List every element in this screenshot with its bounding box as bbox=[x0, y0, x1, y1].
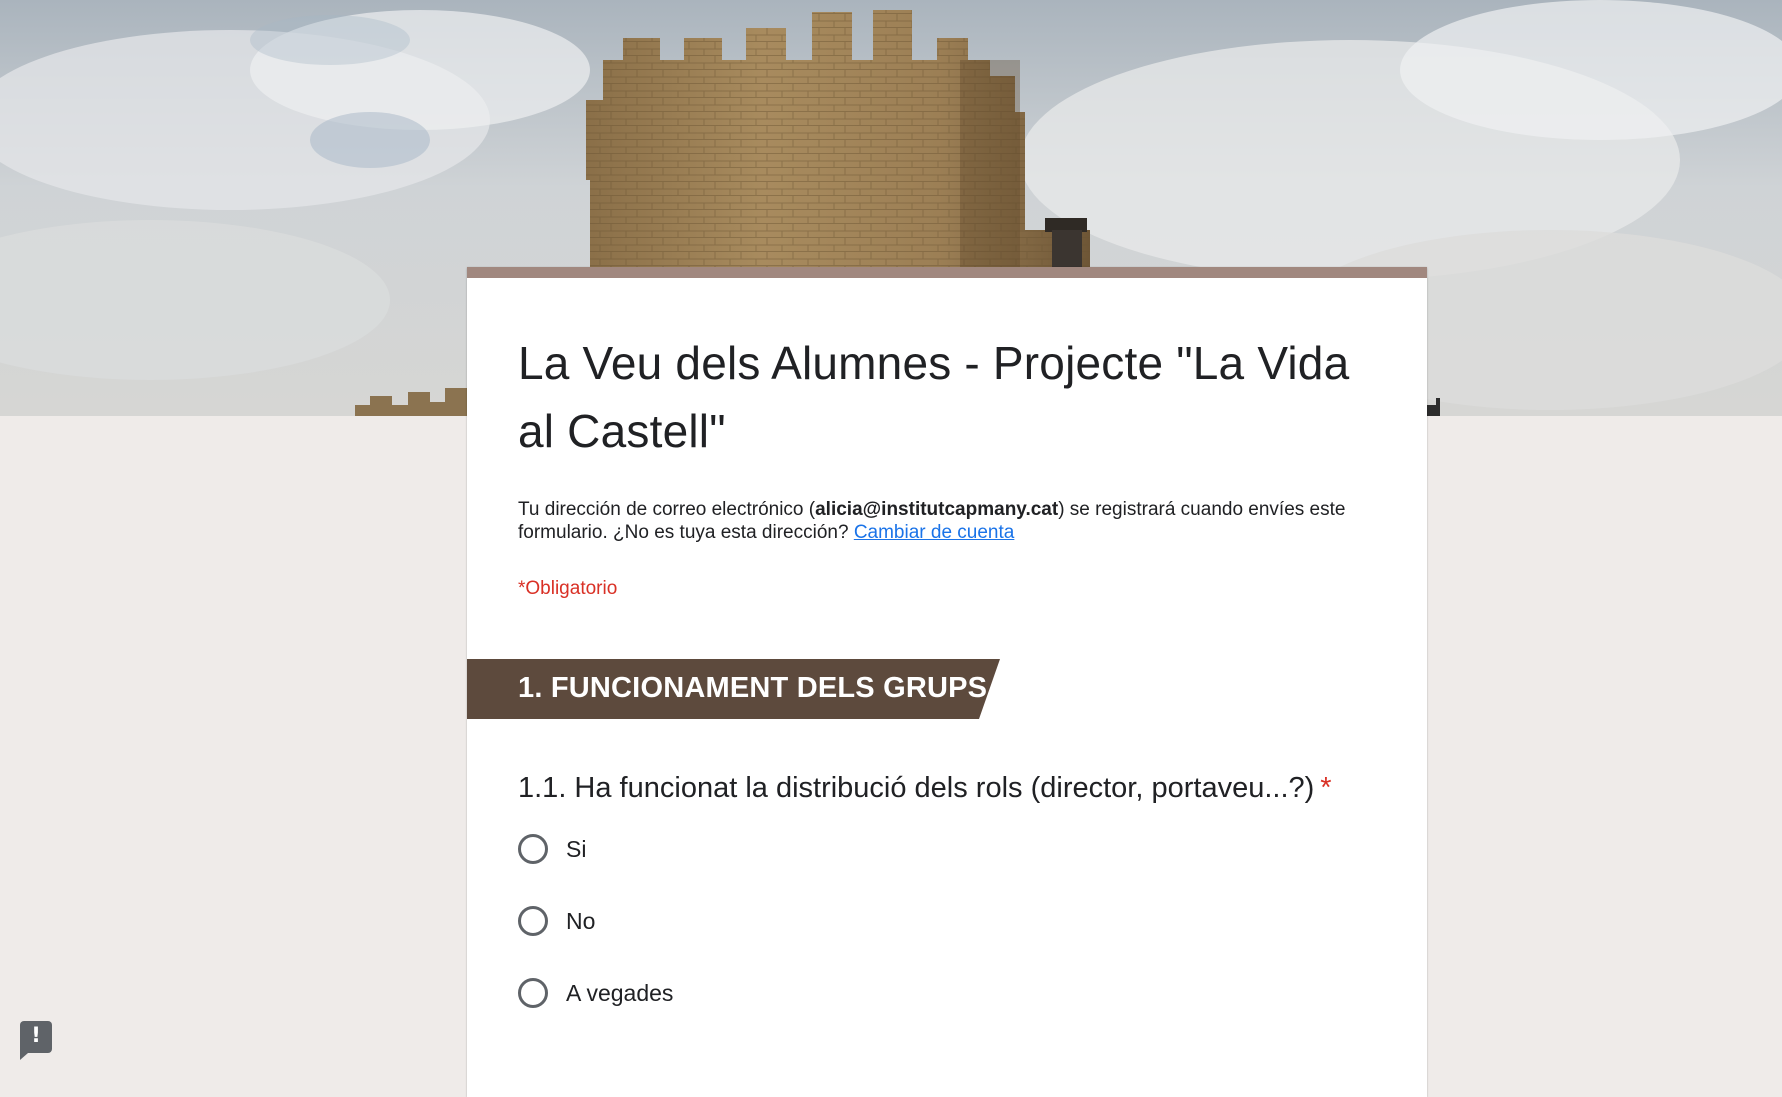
switch-account-link[interactable]: Cambiar de cuenta bbox=[854, 522, 1015, 543]
required-asterisk: * bbox=[1320, 772, 1332, 804]
radio-option-label: A vegades bbox=[566, 979, 674, 1006]
section-title: 1. FUNCIONAMENT DELS GRUPS bbox=[518, 672, 988, 704]
form-card: La Veu dels Alumnes - Projecte "La Vida … bbox=[467, 267, 1427, 1097]
radio-option-label: Si bbox=[566, 835, 587, 862]
radio-button[interactable] bbox=[518, 978, 548, 1008]
form-title: La Veu dels Alumnes - Projecte "La Vida … bbox=[518, 337, 1350, 457]
radio-button[interactable] bbox=[518, 906, 548, 936]
question-title: 1.1. Ha funcionat la distribució dels ro… bbox=[518, 772, 1398, 805]
question-text: 1.1. Ha funcionat la distribució dels ro… bbox=[518, 772, 1315, 804]
feedback-exclamation-icon: ! bbox=[31, 1023, 41, 1047]
radio-option-a-vegades[interactable]: A vegades bbox=[518, 975, 673, 1011]
required-note: *Obligatorio bbox=[518, 578, 618, 599]
card-accent-bar bbox=[467, 267, 1427, 278]
radio-option-si[interactable]: Si bbox=[518, 831, 586, 867]
user-email: alicia@institutcapmany.cat bbox=[815, 499, 1059, 520]
feedback-button[interactable]: ! bbox=[20, 1021, 52, 1060]
email-notice-prefix: Tu dirección de correo electrónico ( bbox=[518, 499, 816, 520]
radio-button[interactable] bbox=[518, 834, 548, 864]
radio-option-label: No bbox=[566, 907, 596, 934]
email-notice: Tu dirección de correo electrónico (alic… bbox=[518, 498, 1378, 544]
radio-option-no[interactable]: No bbox=[518, 903, 595, 939]
section-header: 1. FUNCIONAMENT DELS GRUPS bbox=[467, 659, 1000, 719]
